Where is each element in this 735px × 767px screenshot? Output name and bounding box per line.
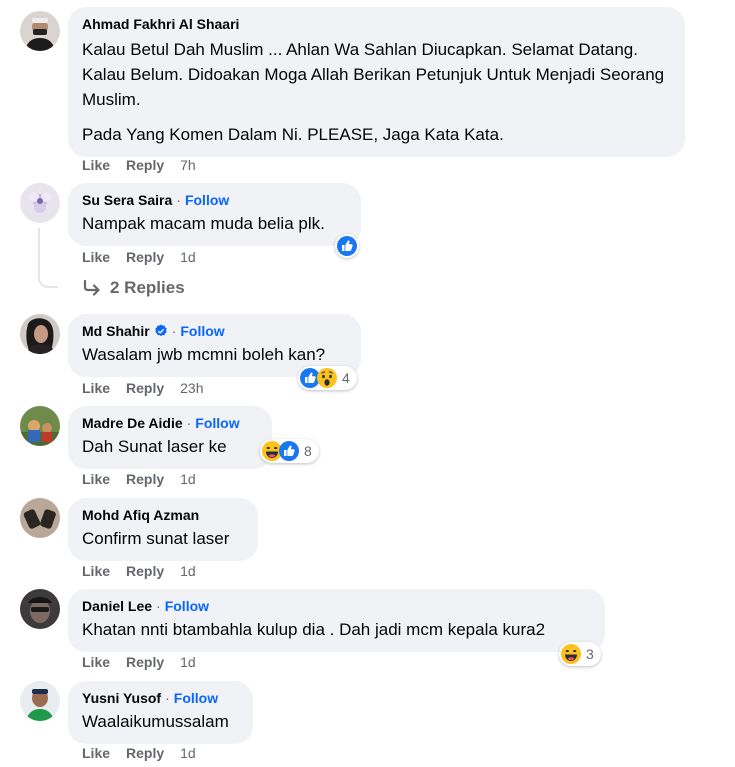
comment-bubble: Yusni Yusof · Follow Waalaikumussalam: [68, 681, 253, 744]
follow-button[interactable]: Follow: [174, 689, 218, 707]
comment-bubble: Madre De Aidie · Follow Dah Sunat laser …: [68, 406, 272, 469]
comment-text: Dah Sunat laser ke: [82, 437, 227, 456]
avatar[interactable]: [20, 314, 60, 354]
reply-button[interactable]: Reply: [126, 157, 164, 173]
reply-button[interactable]: Reply: [126, 380, 164, 396]
reaction-summary[interactable]: 4: [298, 366, 357, 390]
separator-dot: ·: [186, 415, 192, 431]
thread-line: [38, 228, 58, 288]
follow-button[interactable]: Follow: [180, 322, 224, 340]
avatar[interactable]: [20, 681, 60, 721]
reaction-count: 8: [304, 443, 312, 459]
comment-actions: Like Reply 1d: [82, 249, 196, 265]
view-replies-label: 2 Replies: [110, 278, 185, 297]
reply-button[interactable]: Reply: [126, 745, 164, 761]
comment-text: Nampak macam muda belia plk.: [82, 214, 325, 233]
avatar[interactable]: [20, 183, 60, 223]
separator-dot: ·: [156, 598, 161, 614]
reply-button[interactable]: Reply: [126, 249, 164, 265]
comment-paragraph: Pada Yang Komen Dalam Ni. PLEASE, Jaga K…: [82, 125, 504, 144]
comment-time[interactable]: 1d: [180, 563, 196, 579]
follow-button[interactable]: Follow: [185, 191, 229, 209]
comment-actions: Like Reply 1d: [82, 654, 196, 670]
comment-time[interactable]: 1d: [180, 249, 196, 265]
like-button[interactable]: Like: [82, 654, 110, 670]
view-replies-button[interactable]: 2 Replies: [82, 278, 185, 298]
comment-time[interactable]: 1d: [180, 654, 196, 670]
follow-button[interactable]: Follow: [165, 597, 209, 615]
reaction-summary[interactable]: 8: [260, 439, 319, 463]
comment-actions: Like Reply 1d: [82, 563, 196, 579]
comment-actions: Like Reply 23h: [82, 380, 204, 396]
comment-text: Khatan nnti btambahla kulup dia . Dah ja…: [82, 620, 546, 639]
reply-button[interactable]: Reply: [126, 563, 164, 579]
avatar[interactable]: [20, 406, 60, 446]
reply-button[interactable]: Reply: [126, 471, 164, 487]
comment-bubble: Ahmad Fakhri Al Shaari Kalau Betul Dah M…: [68, 7, 685, 157]
comment-author[interactable]: Yusni Yusof: [82, 689, 161, 707]
avatar[interactable]: [20, 589, 60, 629]
like-icon: [337, 236, 357, 256]
reaction-summary[interactable]: 3: [559, 642, 601, 666]
comment-author[interactable]: Madre De Aidie: [82, 414, 183, 432]
comment-time[interactable]: 7h: [180, 157, 196, 173]
comment-actions: Like Reply 7h: [82, 157, 196, 173]
comment-text: Kalau Betul Dah Muslim ... Ahlan Wa Sahl…: [82, 37, 671, 147]
comment-time[interactable]: 1d: [180, 471, 196, 487]
comment-author[interactable]: Md Shahir: [82, 322, 150, 340]
follow-button[interactable]: Follow: [195, 414, 239, 432]
avatar[interactable]: [20, 498, 60, 538]
reply-arrow-icon: [83, 279, 100, 296]
separator-dot: ·: [165, 690, 170, 706]
comment-text: Wasalam jwb mcmni boleh kan?: [82, 345, 326, 364]
comment-author[interactable]: Su Sera Saira: [82, 191, 172, 209]
comment-actions: Like Reply 1d: [82, 745, 196, 761]
separator-dot: ·: [171, 323, 177, 339]
like-button[interactable]: Like: [82, 249, 110, 265]
comment-bubble: Su Sera Saira · Follow Nampak macam muda…: [68, 183, 361, 246]
comment-bubble: Daniel Lee · Follow Khatan nnti btambahl…: [68, 589, 605, 652]
verified-badge-icon: [154, 324, 167, 337]
wow-icon: [317, 368, 337, 388]
reaction-summary[interactable]: [335, 234, 359, 258]
comment-text: Waalaikumussalam: [82, 712, 229, 731]
comment-time[interactable]: 23h: [180, 380, 203, 396]
comment-author[interactable]: Daniel Lee: [82, 597, 152, 615]
like-button[interactable]: Like: [82, 471, 110, 487]
comment-paragraph: Kalau Betul Dah Muslim ... Ahlan Wa Sahl…: [82, 40, 665, 109]
comment-time[interactable]: 1d: [180, 745, 196, 761]
like-button[interactable]: Like: [82, 745, 110, 761]
comment-text: Confirm sunat laser: [82, 529, 230, 548]
like-button[interactable]: Like: [82, 563, 110, 579]
like-button[interactable]: Like: [82, 157, 110, 173]
comment-author[interactable]: Mohd Afiq Azman: [82, 506, 199, 524]
haha-icon: [561, 644, 581, 664]
comment-bubble: Mohd Afiq Azman Confirm sunat laser: [68, 498, 258, 561]
like-button[interactable]: Like: [82, 380, 110, 396]
avatar[interactable]: [20, 11, 60, 51]
reaction-count: 3: [586, 646, 594, 662]
like-icon: [279, 441, 299, 461]
reply-button[interactable]: Reply: [126, 654, 164, 670]
reaction-count: 4: [342, 370, 350, 386]
comment-actions: Like Reply 1d: [82, 471, 196, 487]
comment-author[interactable]: Ahmad Fakhri Al Shaari: [82, 15, 239, 33]
separator-dot: ·: [176, 192, 181, 208]
